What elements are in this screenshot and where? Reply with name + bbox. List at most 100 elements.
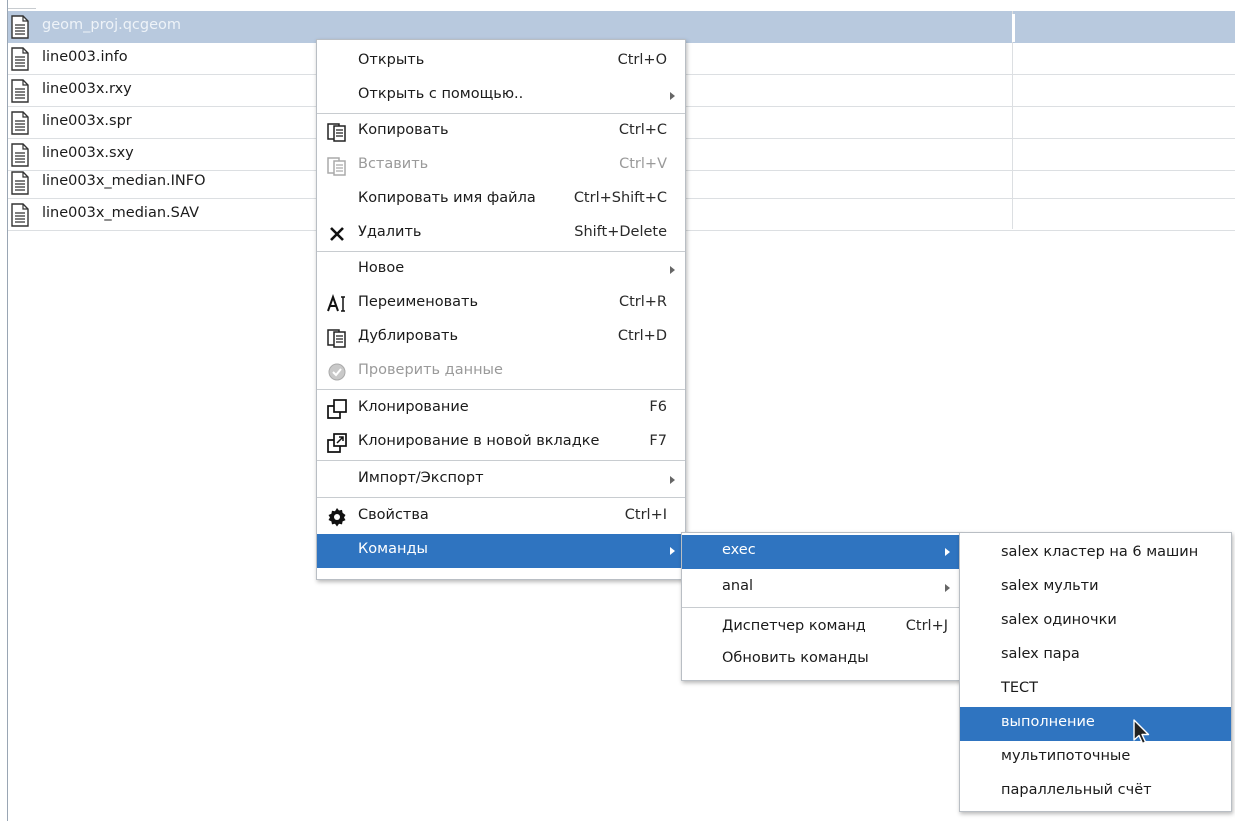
document-icon [11,143,29,167]
menu-item-shortcut: Ctrl+I [624,507,667,523]
menu-item-label: Импорт/Экспорт [358,470,484,486]
menu-item-command-manager[interactable]: Диспетчер команд Ctrl+J [682,611,960,645]
submenu-arrow-icon [670,92,675,100]
menu-item-label: Свойства [358,507,429,523]
menu-item-shortcut: Ctrl+R [618,294,667,310]
context-menu: Открыть Ctrl+O Открыть с помощью.. Копир… [316,39,686,580]
gear-icon [328,508,346,527]
document-icon [11,79,29,103]
menu-item-shortcut: Ctrl+Shift+C [573,190,667,206]
menu-item-shortcut: Shift+Delete [574,224,667,240]
duplicate-icon [327,329,346,348]
document-icon [11,15,29,39]
menu-separator [317,389,685,390]
menu-item-label: Обновить команды [722,650,869,666]
menu-item-label: Копировать имя файла [358,190,536,206]
menu-item-label: Удалить [358,224,422,240]
menu-item-duplicate[interactable]: Дублировать Ctrl+D [317,321,685,355]
commands-submenu: exec anal Диспетчер команд Ctrl+J Обнови… [681,532,961,681]
menu-separator [317,113,685,114]
menu-item-salex-single[interactable]: salex одиночки [960,605,1231,639]
file-name: line003x_median.INFO [42,173,206,189]
menu-item-properties[interactable]: Свойства Ctrl+I [317,500,685,534]
menu-item-label: Вставить [358,156,429,172]
menu-item-label: anal [722,578,753,594]
menu-item-label: выполнение [1001,714,1095,730]
menu-item-label: Новое [358,260,405,276]
menu-item-copy-filename[interactable]: Копировать имя файла Ctrl+Shift+C [317,183,685,217]
paste-icon [327,157,346,176]
menu-separator [317,251,685,252]
menu-item-label: salex кластер на 6 машин [1001,544,1199,560]
menu-item-multithreaded[interactable]: мультипоточные [960,741,1231,775]
menu-item-shortcut: F7 [649,433,667,449]
rename-text-icon [327,294,345,312]
menu-item-label: Переименовать [358,294,479,310]
menu-separator [317,460,685,461]
menu-item-salex-pair[interactable]: salex пара [960,639,1231,673]
menu-item-anal[interactable]: anal [682,571,960,605]
menu-item-check-data: Проверить данные [317,355,685,389]
exec-submenu: salex кластер на 6 машин salex мульти sa… [959,532,1232,812]
menu-item-shortcut: Ctrl+J [905,618,948,634]
file-name: line003x.rxy [42,81,132,97]
document-icon [11,47,29,71]
column-separator-gap [1012,14,1015,42]
file-name: line003x_median.SAV [42,205,200,221]
submenu-arrow-icon [945,548,950,556]
menu-item-salex-multi[interactable]: salex мульти [960,571,1231,605]
list-top-stub [8,0,36,9]
menu-item-clone[interactable]: Клонирование F6 [317,392,685,426]
menu-item-parallel-calc[interactable]: параллельный счёт [960,775,1231,809]
menu-item-label: мультипоточные [1001,748,1131,764]
menu-item-label: ТЕСТ [1001,680,1039,696]
check-circle-icon [328,363,346,381]
menu-item-label: Копировать [358,122,449,138]
menu-item-new[interactable]: Новое [317,253,685,287]
menu-item-test[interactable]: ТЕСТ [960,673,1231,707]
document-icon [11,111,29,135]
delete-x-icon [330,227,344,241]
menu-item-label: salex одиночки [1001,612,1117,628]
file-name: line003.info [42,49,128,65]
submenu-arrow-icon [670,476,675,484]
submenu-arrow-icon [945,584,950,592]
clone-icon [327,399,347,419]
menu-item-import-export[interactable]: Импорт/Экспорт [317,463,685,497]
menu-item-copy[interactable]: Копировать Ctrl+C [317,115,685,149]
menu-item-label: Клонирование [358,399,469,415]
menu-item-open[interactable]: Открыть Ctrl+O [317,45,685,79]
menu-item-refresh-commands[interactable]: Обновить команды [682,643,960,677]
document-icon [11,171,29,195]
menu-item-commands[interactable]: Команды [317,534,685,568]
menu-item-shortcut: Ctrl+O [617,52,667,68]
menu-item-execution[interactable]: выполнение [960,707,1231,741]
column-separator[interactable] [1012,11,1013,229]
menu-item-label: Диспетчер команд [722,618,866,634]
menu-item-delete[interactable]: Удалить Shift+Delete [317,217,685,251]
menu-separator [682,607,960,608]
submenu-arrow-icon [670,266,675,274]
menu-item-shortcut: Ctrl+C [618,122,667,138]
document-icon [11,203,29,227]
menu-item-label: параллельный счёт [1001,782,1152,798]
copy-icon [327,123,346,142]
menu-item-label: salex пара [1001,646,1080,662]
menu-separator [317,497,685,498]
mouse-cursor-icon [1133,719,1150,745]
menu-item-label: Открыть [358,52,425,68]
menu-item-salex-cluster[interactable]: salex кластер на 6 машин [960,537,1231,571]
menu-item-label: Проверить данные [358,362,503,378]
menu-item-label: Команды [358,541,428,557]
clone-new-tab-icon [327,433,347,453]
menu-item-label: Открыть с помощью.. [358,86,524,102]
menu-item-clone-new-tab[interactable]: Клонирование в новой вкладке F7 [317,426,685,460]
menu-item-paste: Вставить Ctrl+V [317,149,685,183]
menu-item-shortcut: Ctrl+D [617,328,667,344]
menu-item-label: exec [722,542,756,558]
menu-item-open-with[interactable]: Открыть с помощью.. [317,79,685,113]
file-name: line003x.spr [42,113,132,129]
menu-item-exec[interactable]: exec [682,535,960,569]
menu-item-rename[interactable]: Переименовать Ctrl+R [317,287,685,321]
menu-item-label: Дублировать [358,328,459,344]
